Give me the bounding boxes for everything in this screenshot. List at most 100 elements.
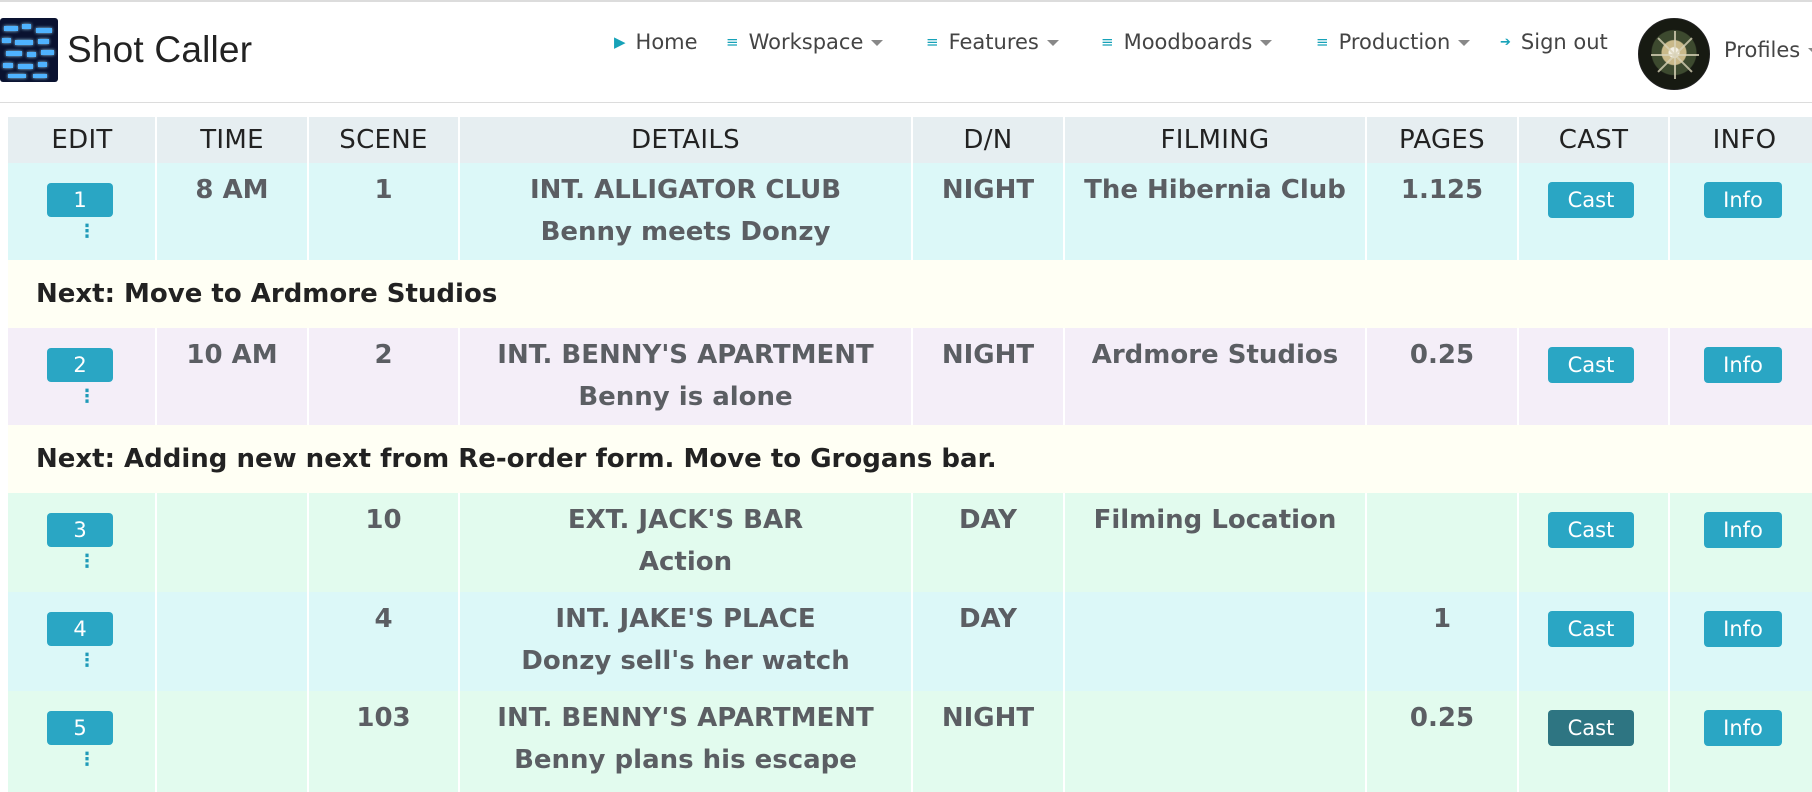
row-time: 8 AM [195, 175, 269, 205]
scene-synopsis: Action [638, 547, 733, 577]
row-filming: Ardmore Studios [1091, 340, 1339, 370]
row-time: 10 AM [186, 340, 278, 370]
kebab-menu-icon[interactable]: ⋮ [78, 652, 96, 670]
row-filming: Filming Location [1093, 505, 1337, 535]
chevron-down-icon [1260, 40, 1273, 46]
header-scene: SCENE [339, 125, 428, 155]
table-row: 1 ⋮ 8 AM 1 INT. ALLIGATOR CLUB Benny mee… [8, 163, 1812, 260]
scene-heading: INT. JAKE'S PLACE [555, 604, 816, 634]
nav-moodboards-label: Moodboards [1123, 30, 1253, 54]
nav-production-label: Production [1338, 30, 1451, 54]
cast-button[interactable]: Cast [1548, 611, 1634, 647]
list-icon: ≡ [1316, 33, 1329, 51]
row-scene: 10 [365, 505, 402, 535]
row-time [156, 592, 308, 598]
chevron-down-icon [1046, 40, 1059, 46]
nav-production[interactable]: ≡ Production [1316, 30, 1471, 54]
table-row: 5 ⋮ 103 INT. BENNY'S APARTMENT Benny pla… [8, 691, 1812, 792]
row-day-night: DAY [958, 505, 1018, 535]
nav-moodboards[interactable]: ≡ Moodboards [1101, 30, 1273, 54]
table-row: 3 ⋮ 10 EXT. JACK'S BAR Action DAY Filmin… [8, 493, 1812, 592]
sign-out-icon: ➔ [1500, 34, 1511, 50]
scene-heading: INT. ALLIGATOR CLUB [529, 175, 842, 205]
list-icon: ≡ [726, 33, 739, 51]
row-scene: 103 [356, 703, 411, 733]
row-pages: 0.25 [1409, 340, 1475, 370]
row-pages [1366, 493, 1518, 499]
nav-sign-out-label: Sign out [1520, 30, 1608, 54]
row-scene: 2 [374, 340, 393, 370]
row-details: INT. BENNY'S APARTMENT Benny plans his e… [459, 691, 912, 781]
scene-synopsis: Donzy sell's her watch [521, 646, 850, 676]
nav-sign-out[interactable]: ➔ Sign out [1500, 30, 1608, 54]
nav-home[interactable]: ▶ Home [614, 30, 698, 54]
nav-features[interactable]: ≡ Features [926, 30, 1059, 54]
info-button[interactable]: Info [1704, 512, 1782, 548]
header-time: TIME [200, 125, 264, 155]
info-button[interactable]: Info [1704, 611, 1782, 647]
scene-heading: INT. BENNY'S APARTMENT [497, 703, 874, 733]
play-icon: ▶ [614, 33, 626, 51]
kebab-menu-icon[interactable]: ⋮ [78, 553, 96, 571]
table-row: 2 ⋮ 10 AM 2 INT. BENNY'S APARTMENT Benny… [8, 328, 1812, 425]
nav-profiles-label: Profiles [1724, 38, 1801, 62]
avatar[interactable] [1638, 18, 1710, 90]
list-icon: ≡ [1101, 33, 1114, 51]
scene-synopsis: Benny meets Donzy [540, 217, 831, 247]
info-button[interactable]: Info [1704, 347, 1782, 383]
row-time [156, 493, 308, 499]
cast-button[interactable]: Cast [1548, 710, 1634, 746]
nav-profiles[interactable]: Profiles [1724, 38, 1812, 62]
info-button[interactable]: Info [1704, 182, 1782, 218]
header-edit: EDIT [51, 125, 113, 155]
list-icon: ≡ [926, 33, 939, 51]
cast-button[interactable]: Cast [1548, 347, 1634, 383]
row-day-night: NIGHT [941, 703, 1035, 733]
kebab-menu-icon[interactable]: ⋮ [78, 388, 96, 406]
row-filming [1064, 592, 1366, 598]
row-filming [1064, 691, 1366, 697]
brand-title[interactable]: Shot Caller [67, 29, 252, 71]
nav-workspace[interactable]: ≡ Workspace [726, 30, 884, 54]
next-note: Next: Move to Ardmore Studios [8, 260, 1812, 328]
row-scene: 4 [374, 604, 393, 634]
edit-button[interactable]: 2 [47, 348, 113, 382]
scene-synopsis: Benny is alone [578, 382, 793, 412]
edit-button[interactable]: 5 [47, 711, 113, 745]
cast-button[interactable]: Cast [1548, 512, 1634, 548]
nav-home-label: Home [635, 30, 698, 54]
row-pages: 1.125 [1400, 175, 1484, 205]
info-button[interactable]: Info [1704, 710, 1782, 746]
chevron-down-icon [871, 40, 884, 46]
nav-features-label: Features [948, 30, 1039, 54]
edit-button[interactable]: 1 [47, 183, 113, 217]
top-navbar: Shot Caller ▶ Home ≡ Workspace ≡ Feature… [0, 0, 1812, 103]
nav-workspace-label: Workspace [748, 30, 864, 54]
header-info: INFO [1712, 125, 1777, 155]
table-header: EDIT TIME SCENE DETAILS D/N FILMING PAGE… [8, 117, 1812, 163]
shot-caller-logo[interactable] [0, 18, 58, 82]
header-cast: CAST [1558, 125, 1629, 155]
header-pages: PAGES [1399, 125, 1485, 155]
row-day-night: NIGHT [941, 175, 1035, 205]
cast-button[interactable]: Cast [1548, 182, 1634, 218]
chevron-down-icon [1458, 40, 1471, 46]
edit-button[interactable]: 4 [47, 612, 113, 646]
header-dn: D/N [963, 125, 1013, 155]
row-day-night: DAY [958, 604, 1018, 634]
row-pages: 0.25 [1409, 703, 1475, 733]
header-filming: FILMING [1160, 125, 1270, 155]
chevron-down-icon [1808, 48, 1812, 54]
row-scene: 1 [374, 175, 393, 205]
scene-heading: EXT. JACK'S BAR [567, 505, 804, 535]
row-filming: The Hibernia Club [1084, 175, 1346, 205]
next-note: Next: Adding new next from Re-order form… [8, 425, 1812, 493]
row-details: INT. ALLIGATOR CLUB Benny meets Donzy [459, 163, 912, 253]
row-details: INT. BENNY'S APARTMENT Benny is alone [459, 328, 912, 418]
row-pages: 1 [1432, 604, 1452, 634]
edit-button[interactable]: 3 [47, 513, 113, 547]
kebab-menu-icon[interactable]: ⋮ [78, 223, 96, 241]
row-day-night: NIGHT [941, 340, 1035, 370]
kebab-menu-icon[interactable]: ⋮ [78, 751, 96, 769]
scene-heading: INT. BENNY'S APARTMENT [497, 340, 874, 370]
